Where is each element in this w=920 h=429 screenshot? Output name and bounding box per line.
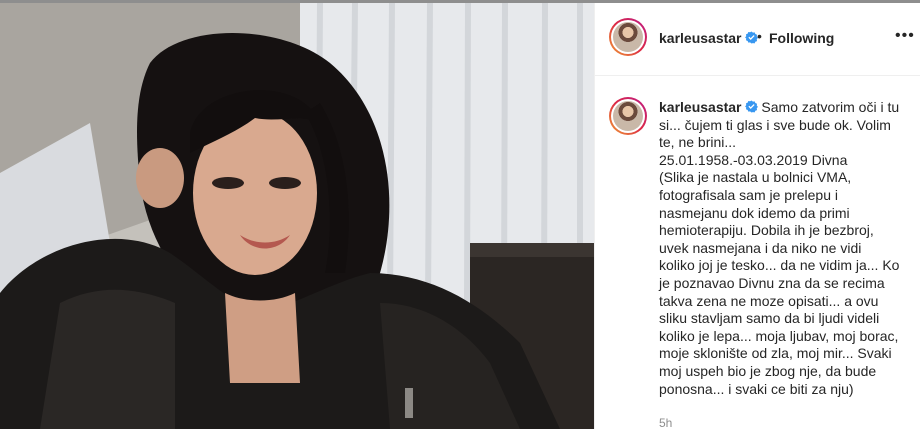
caption-text: (Slika je nastala u bolnici VMA, bbox=[659, 169, 852, 186]
caption-text: koliko joj je tesko... da ne vidim ja...… bbox=[659, 257, 900, 274]
author-username-row: karleusastar bbox=[659, 30, 758, 46]
follow-separator: • bbox=[757, 28, 762, 44]
avatar-image bbox=[613, 101, 643, 131]
avatar-image bbox=[613, 22, 643, 52]
author-avatar[interactable] bbox=[609, 18, 647, 56]
caption-text: moje sklonište od zla, moj mir... Svaki bbox=[659, 345, 892, 362]
caption-text: uvek nasmejana i da niko ne vidi bbox=[659, 239, 862, 256]
caption-text: 25.01.1958.-03.03.2019 Divna bbox=[659, 151, 848, 168]
caption-text: fotografisala sam je prelepu i bbox=[659, 186, 838, 203]
verified-badge-icon bbox=[744, 100, 758, 113]
caption-text: sliku stavljam samo da bi ljudi videli bbox=[659, 310, 880, 327]
caption-text: Samo zatvorim oči i tu bbox=[761, 99, 900, 115]
caption-author-avatar[interactable] bbox=[609, 97, 647, 135]
post-header: karleusastar • Following ••• bbox=[595, 3, 920, 76]
caption-text: hemioterapiju. Dobila ih je bezbroj, bbox=[659, 222, 874, 239]
caption-text: takva zena ne moze opisati... a ovu bbox=[659, 292, 879, 309]
verified-badge-icon bbox=[744, 31, 758, 44]
caption-line-1: karleusastar Samo zatvorim oči i tu bbox=[659, 99, 909, 117]
post-photo-illustration bbox=[0, 3, 594, 429]
caption-text: je poznavao Divnu zna da se recima bbox=[659, 274, 885, 291]
post-photo[interactable] bbox=[0, 3, 594, 429]
post-caption: karleusastar Samo zatvorim oči i tu si..… bbox=[659, 99, 909, 398]
caption-username[interactable]: karleusastar bbox=[659, 99, 742, 115]
caption-text: te, ne brini... bbox=[659, 134, 737, 151]
post-timestamp[interactable]: 5h bbox=[659, 416, 672, 429]
following-button[interactable]: Following bbox=[769, 30, 834, 46]
caption-text: si... čujem ti glas i sve bude ok. Volim bbox=[659, 116, 891, 133]
caption-text: ponosna... i svaki ce biti za nju) bbox=[659, 380, 854, 397]
post-sidebar: karleusastar • Following ••• karleusasta… bbox=[594, 3, 920, 429]
more-options-icon[interactable]: ••• bbox=[895, 27, 915, 45]
caption-text: moj uspeh bio je zbog nje, da bude bbox=[659, 362, 877, 379]
author-username[interactable]: karleusastar bbox=[659, 30, 742, 46]
caption-text: nasmejanu dok idemo da primi bbox=[659, 204, 850, 221]
caption-text: koliko je lepa... moja ljubav, moj borac… bbox=[659, 327, 899, 344]
